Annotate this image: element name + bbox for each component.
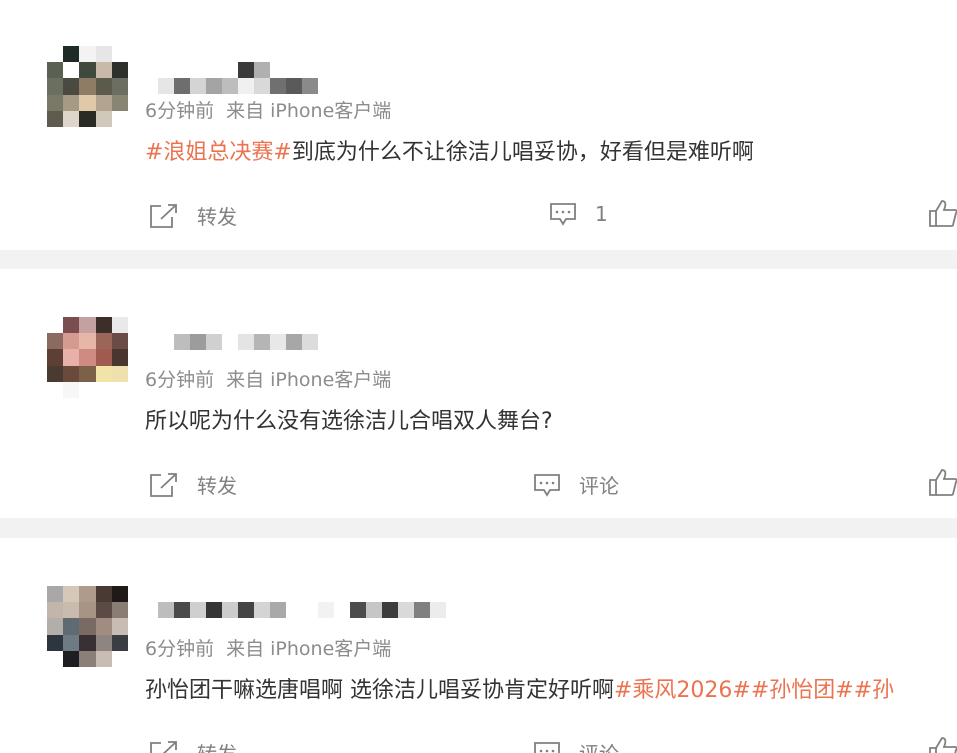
comment-label: 评论 [579,738,619,753]
like-button[interactable] [928,198,957,232]
comment-icon [534,741,560,753]
post-content: 孙怡团干嘛选唐唱啊 选徐洁儿唱妥协肯定好听啊#乘风2026##孙怡团##孙 [145,672,894,704]
post-time: 6分钟前 [145,369,215,391]
repost-button[interactable]: 转发 [149,201,237,230]
username-blurred [238,62,270,78]
post-content: #浪姐总决赛#到底为什么不让徐洁儿唱妥协，好看但是难听啊 [145,134,754,166]
post-text: 所以呢为什么没有选徐洁儿合唱双人舞台? [145,409,553,434]
post-source: 来自 iPhone客户端 [226,369,392,391]
post-text: 孙怡团干嘛选唐唱啊 选徐洁儿唱妥协肯定好听啊 [145,678,614,703]
username-blurred[interactable] [158,602,446,618]
user-avatar[interactable] [47,586,128,667]
post-card: 6分钟前 来自 iPhone客户端 #浪姐总决赛#到底为什么不让徐洁儿唱妥协，好看… [0,0,957,250]
post-meta: 6分钟前 来自 iPhone客户端 [145,365,391,392]
comment-label: 评论 [579,474,619,498]
post-meta: 6分钟前 来自 iPhone客户端 [145,96,391,123]
comment-button[interactable]: 1 [549,201,608,227]
repost-button[interactable]: 转发 [149,738,237,753]
repost-icon [150,740,177,753]
comment-icon [550,203,576,226]
like-icon [929,200,957,227]
post-content: 所以呢为什么没有选徐洁儿合唱双人舞台? [145,403,553,435]
username-blurred[interactable] [158,78,318,94]
comment-button[interactable]: 评论 [533,470,619,499]
like-button[interactable] [928,735,957,753]
user-avatar[interactable] [47,317,128,398]
repost-button[interactable]: 转发 [149,470,237,499]
repost-icon [150,203,177,228]
username-blurred[interactable] [174,334,318,350]
post-card: 6分钟前 来自 iPhone客户端 所以呢为什么没有选徐洁儿合唱双人舞台? 转发 … [0,269,957,518]
user-avatar[interactable] [47,46,128,127]
repost-label: 转发 [197,205,237,229]
post-time: 6分钟前 [145,638,215,660]
repost-icon [150,472,177,497]
hashtag-link[interactable]: #乘风2026##孙怡团##孙 [614,678,894,703]
comment-count: 1 [595,202,608,226]
post-time: 6分钟前 [145,100,215,122]
post-meta: 6分钟前 来自 iPhone客户端 [145,634,391,661]
weibo-feed: 6分钟前 来自 iPhone客户端 #浪姐总决赛#到底为什么不让徐洁儿唱妥协，好看… [0,0,957,753]
post-source: 来自 iPhone客户端 [226,100,392,122]
like-icon [929,737,957,753]
like-button[interactable] [928,467,957,501]
like-icon [929,469,957,496]
repost-label: 转发 [197,738,237,753]
post-card: 6分钟前 来自 iPhone客户端 孙怡团干嘛选唐唱啊 选徐洁儿唱妥协肯定好听啊#… [0,538,957,753]
post-source: 来自 iPhone客户端 [226,638,392,660]
repost-label: 转发 [197,474,237,498]
post-text: 到底为什么不让徐洁儿唱妥协，好看但是难听啊 [291,140,754,165]
hashtag-link[interactable]: #浪姐总决赛# [145,140,292,165]
comment-button[interactable]: 评论 [533,738,619,753]
comment-icon [534,473,560,497]
